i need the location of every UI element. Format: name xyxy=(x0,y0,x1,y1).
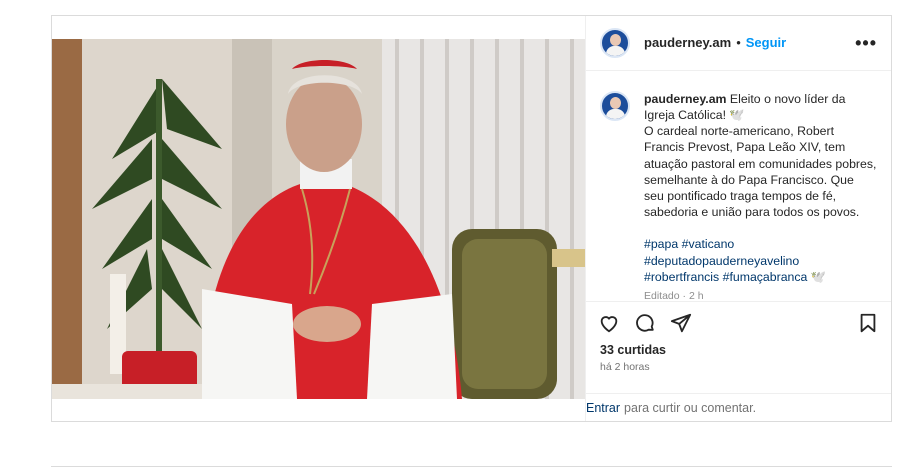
cardinal-photo xyxy=(52,39,585,399)
heart-icon xyxy=(600,315,618,333)
avatar[interactable] xyxy=(600,27,630,58)
edited-label: Editado · 2 h xyxy=(644,290,704,302)
more-icon[interactable]: ••• xyxy=(855,34,877,52)
like-button[interactable] xyxy=(598,312,620,334)
add-comment-text: para curtir ou comentar. xyxy=(624,400,757,415)
post-header: pauderney.am • Seguir ••• xyxy=(586,16,891,71)
likes-count[interactable]: 33 curtidas xyxy=(586,343,891,361)
post-card: pauderney.am • Seguir ••• pauderney.am E… xyxy=(51,15,892,422)
caption-line2: O cardeal norte-americano, Robert Franci… xyxy=(644,124,877,220)
post-sidebar: pauderney.am • Seguir ••• pauderney.am E… xyxy=(585,16,891,421)
post-time: há 2 horas xyxy=(600,361,650,374)
hashtag-link[interactable]: #papa xyxy=(644,237,678,251)
caption-text: pauderney.am Eleito o novo líder da Igre… xyxy=(644,91,877,301)
follow-button[interactable]: Seguir xyxy=(746,35,786,50)
bookmark-icon xyxy=(860,313,876,332)
caption-username[interactable]: pauderney.am xyxy=(644,92,726,106)
add-comment-bar: Entrar para curtir ou comentar. xyxy=(586,393,891,421)
caption-avatar[interactable] xyxy=(600,90,630,121)
hashtag-link[interactable]: #fumaçabranca xyxy=(723,270,808,284)
save-button[interactable] xyxy=(857,312,879,334)
feed-divider xyxy=(51,466,892,467)
share-button[interactable] xyxy=(670,312,692,334)
hashtags: #papa #vaticano #deputadopauderneyavelin… xyxy=(644,236,877,285)
dove-emoji: 🕊️ xyxy=(810,269,827,284)
separator-dot: • xyxy=(736,35,741,51)
post-username[interactable]: pauderney.am xyxy=(644,35,731,50)
caption-area: pauderney.am Eleito o novo líder da Igre… xyxy=(586,71,891,301)
share-icon xyxy=(670,313,692,332)
login-link[interactable]: Entrar xyxy=(586,401,620,415)
post-image[interactable] xyxy=(52,16,585,421)
hashtag-link[interactable]: #vaticano xyxy=(682,237,735,251)
comment-icon xyxy=(636,313,654,332)
hashtag-link[interactable]: #deputadopauderneyavelino xyxy=(644,254,799,268)
action-bar xyxy=(586,301,891,343)
hashtag-link[interactable]: #robertfrancis xyxy=(644,270,719,284)
comment-button[interactable] xyxy=(634,312,656,334)
